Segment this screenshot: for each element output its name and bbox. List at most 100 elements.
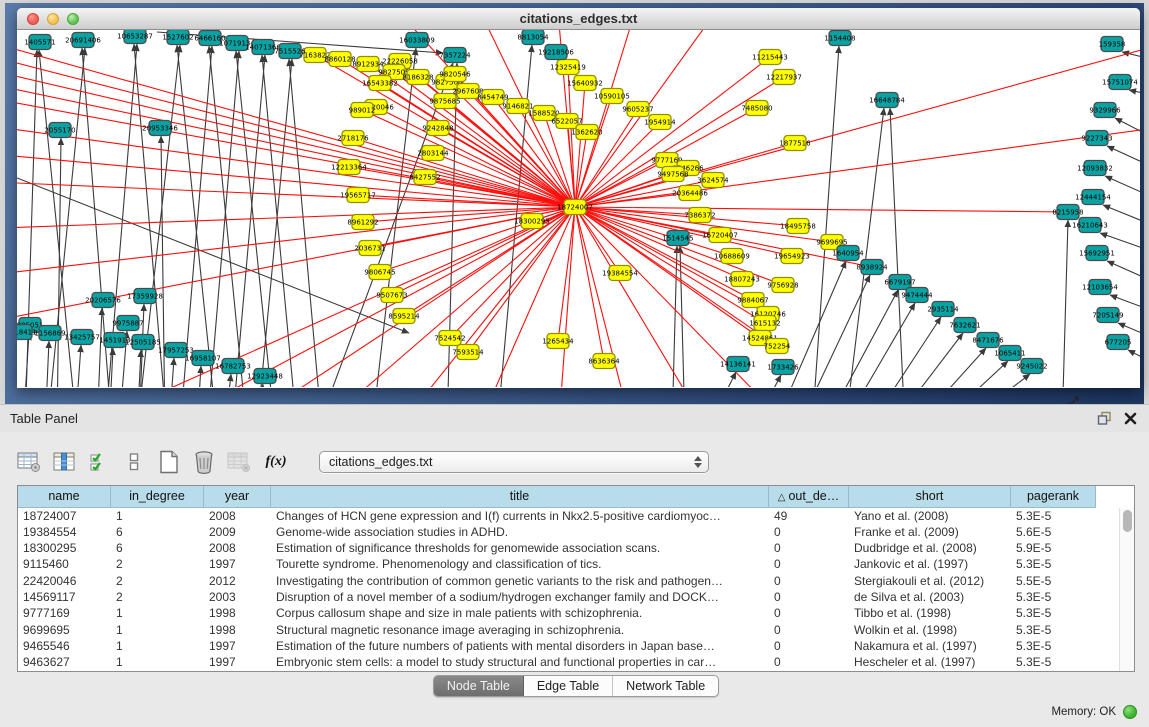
graph-node[interactable]: 2055170 [44, 123, 75, 138]
table-row[interactable]: 9699695 1 1998 Structural magnetic reson… [18, 622, 1119, 638]
graph-node[interactable]: 7205149 [1092, 308, 1123, 323]
table-row[interactable]: 9777169 1 1998 Corpus callosum shape and… [18, 605, 1119, 621]
column-header-name[interactable]: name [18, 486, 111, 508]
graph-node[interactable]: 19384554 [602, 266, 638, 281]
graph-node[interactable]: 9242848 [422, 121, 453, 136]
table-row[interactable]: 9463627 1 1997 Embryonic stem cells: a m… [18, 654, 1119, 670]
graph-node[interactable]: 8813054 [517, 30, 549, 45]
show-columns-icon[interactable] [52, 450, 76, 474]
column-header-title[interactable]: title [271, 486, 769, 508]
column-header-year[interactable]: year [204, 486, 271, 508]
network-window[interactable]: citations_edges.txt 71638228860128891293… [17, 8, 1140, 388]
graph-node[interactable]: 9975887 [112, 316, 143, 331]
graph-node[interactable]: 7485080 [741, 101, 772, 116]
graph-node[interactable]: 8471676 [972, 333, 1004, 348]
table-row[interactable]: 18724007 1 2008 Changes of HCN gene expr… [18, 508, 1119, 524]
graph-node[interactable]: 9227343 [1081, 131, 1112, 146]
graph-node[interactable]: 9806745 [364, 265, 395, 280]
table-row[interactable]: 14569117 2 2003 Disruption of a novel me… [18, 589, 1119, 605]
table-scrollbar[interactable] [1119, 508, 1134, 671]
graph-node[interactable]: 1362620 [571, 125, 602, 140]
graph-node[interactable]: 8215958 [1052, 205, 1083, 220]
new-column-icon[interactable] [157, 450, 181, 474]
graph-node[interactable]: 9497568 [657, 167, 688, 182]
graph-node[interactable]: 1405571 [24, 35, 55, 50]
column-header-in-degree[interactable]: in_degree [111, 486, 204, 508]
graph-node[interactable]: 159358 [1099, 37, 1126, 52]
close-panel-icon[interactable] [1121, 410, 1139, 426]
float-panel-icon[interactable] [1095, 410, 1113, 426]
graph-node[interactable]: 1640954 [832, 246, 864, 261]
graph-node[interactable]: 9329966 [1089, 103, 1121, 118]
graph-node[interactable]: 1877516 [779, 136, 811, 151]
table-panel-titlebar[interactable]: Table Panel [0, 404, 1149, 432]
graph-node[interactable]: 12217937 [766, 70, 802, 85]
graph-node[interactable]: 9245022 [1016, 359, 1047, 374]
graph-node[interactable]: 19565717 [340, 188, 376, 203]
graph-node[interactable]: 8636364 [588, 354, 620, 369]
graph-node[interactable]: 12325419 [550, 60, 586, 75]
column-header-short[interactable]: short [849, 486, 1011, 508]
tab-edge-table[interactable]: Edge Table [524, 676, 613, 696]
graph-node[interactable]: 8860128 [324, 52, 355, 67]
graph-node[interactable]: 677205 [1105, 335, 1132, 350]
graph-node[interactable]: 12923448 [247, 369, 283, 384]
memory-ok-indicator[interactable] [1123, 705, 1137, 719]
graph-node[interactable]: 16648784 [869, 93, 905, 108]
graph-node[interactable]: 9605237 [622, 102, 653, 117]
graph-node[interactable]: 16720407 [702, 228, 738, 243]
graph-node[interactable]: 19654923 [774, 249, 810, 264]
graph-node[interactable]: 9507673 [376, 288, 407, 303]
graph-node[interactable]: 10653287 [117, 30, 153, 44]
graph-node[interactable]: 15751074 [1102, 75, 1138, 90]
graph-node[interactable]: 20691406 [65, 33, 101, 48]
graph-node[interactable]: 3624574 [697, 173, 729, 188]
graph-node[interactable]: 1954914 [644, 115, 676, 130]
row-height-icon[interactable] [122, 450, 146, 474]
graph-node[interactable]: 9756928 [767, 278, 798, 293]
graph-node[interactable]: 20364486 [672, 186, 708, 201]
graph-node[interactable]: 14136141 [720, 357, 756, 372]
graph-node[interactable]: 7357224 [439, 48, 471, 63]
graph-node[interactable]: 12103654 [1082, 280, 1118, 295]
select-columns-icon[interactable] [87, 450, 111, 474]
tab-node-table[interactable]: Node Table [434, 676, 524, 696]
graph-node[interactable]: 1733426 [767, 360, 799, 375]
network-window-titlebar[interactable]: citations_edges.txt [17, 8, 1140, 30]
graph-node[interactable]: 15692951 [1079, 246, 1115, 261]
graph-node[interactable]: 9820546 [439, 67, 471, 82]
table-row[interactable]: 9115460 2 1997 Tourette syndrome. Phenom… [18, 556, 1119, 572]
table-row[interactable]: 18300295 6 2008 Estimation of significan… [18, 540, 1119, 556]
network-canvas[interactable]: 7163822886012889129342222605898275051654… [17, 30, 1140, 387]
graph-node[interactable]: 11215443 [752, 50, 788, 65]
graph-node[interactable]: 8961292 [347, 215, 378, 230]
graph-node[interactable]: 1514545 [662, 231, 693, 246]
graph-node[interactable]: 8427552 [409, 170, 440, 185]
graph-node[interactable]: 12444154 [1075, 190, 1111, 205]
graph-node[interactable]: 1154408 [824, 31, 855, 46]
table-options-icon[interactable] [17, 450, 41, 474]
graph-node[interactable]: 8186328 [402, 70, 433, 85]
graph-node[interactable]: 13425757 [64, 330, 100, 345]
tab-network-table[interactable]: Network Table [613, 676, 718, 696]
graph-node[interactable]: 16210643 [1072, 218, 1108, 233]
graph-node[interactable]: 15640932 [567, 76, 603, 91]
graph-node[interactable]: 752254 [764, 339, 791, 354]
graph-node[interactable]: 2935114 [927, 302, 959, 317]
graph-node[interactable]: 7593514 [452, 345, 484, 360]
column-header-out-degree[interactable]: △out_de… [769, 486, 849, 508]
graph-node[interactable]: 19218506 [538, 45, 574, 60]
table-row[interactable]: 9465546 1 1997 Estimation of the future … [18, 638, 1119, 654]
graph-node[interactable]: 1615132 [749, 316, 780, 331]
column-header-pagerank[interactable]: pagerank [1011, 486, 1096, 508]
graph-node[interactable]: 1527602 [162, 30, 193, 45]
graph-node[interactable]: 12093832 [1077, 161, 1113, 176]
graph-node[interactable]: 9884067 [737, 293, 768, 308]
graph-node[interactable]: 7386372 [684, 208, 715, 223]
scrollbar-thumb[interactable] [1123, 510, 1132, 532]
graph-node[interactable]: 7524542 [434, 331, 465, 346]
graph-node[interactable]: 2036731 [354, 241, 385, 256]
graph-node[interactable]: 1156869 [34, 326, 65, 341]
graph-node[interactable]: 989012 [349, 103, 376, 118]
graph-node[interactable]: 1265434 [542, 334, 574, 349]
